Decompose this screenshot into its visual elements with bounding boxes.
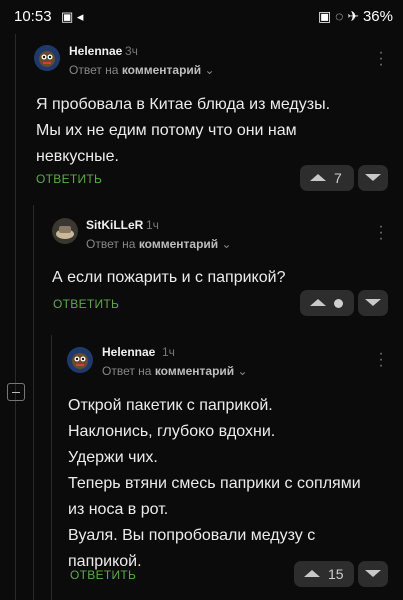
vote-widget: 15	[294, 561, 354, 587]
comment-score: 15	[328, 566, 344, 582]
comment-3: Helennae 1ч Ответ на комментарий ⌄ · · · О…	[0, 0, 403, 600]
reply-button[interactable]: ОТВЕТИТЬ	[70, 568, 136, 582]
avatar-image-icon	[67, 347, 93, 373]
comment-age: 1ч	[162, 345, 175, 359]
downvote-button[interactable]	[358, 561, 388, 587]
comment-body: Открой пакетик с паприкой. Наклонись, гл…	[68, 393, 398, 575]
more-vertical-icon[interactable]: · · ·	[377, 346, 385, 374]
comment-body-line: из носа в рот.	[68, 501, 169, 518]
comment-body-line: Вуаля. Вы попробовали медузу с	[68, 527, 316, 544]
comment-body-line: Открой пакетик с паприкой.	[68, 397, 273, 414]
reply-to-prefix: Ответ на	[102, 364, 152, 378]
comment-body-line: Наклонись, глубоко вдохни.	[68, 423, 276, 440]
reply-to-target: комментарий	[154, 364, 235, 378]
avatar[interactable]	[67, 347, 93, 373]
reply-to-link[interactable]: Ответ на комментарий ⌄	[102, 364, 248, 378]
downvote-icon	[365, 570, 381, 577]
chevron-down-icon: ⌄	[237, 364, 248, 378]
comment-author[interactable]: Helennae	[102, 345, 155, 359]
upvote-icon[interactable]	[304, 570, 320, 577]
comment-body-line: Теперь втяни смесь паприки с соплями	[68, 475, 361, 492]
comment-body-line: Удержи чих.	[68, 449, 158, 466]
